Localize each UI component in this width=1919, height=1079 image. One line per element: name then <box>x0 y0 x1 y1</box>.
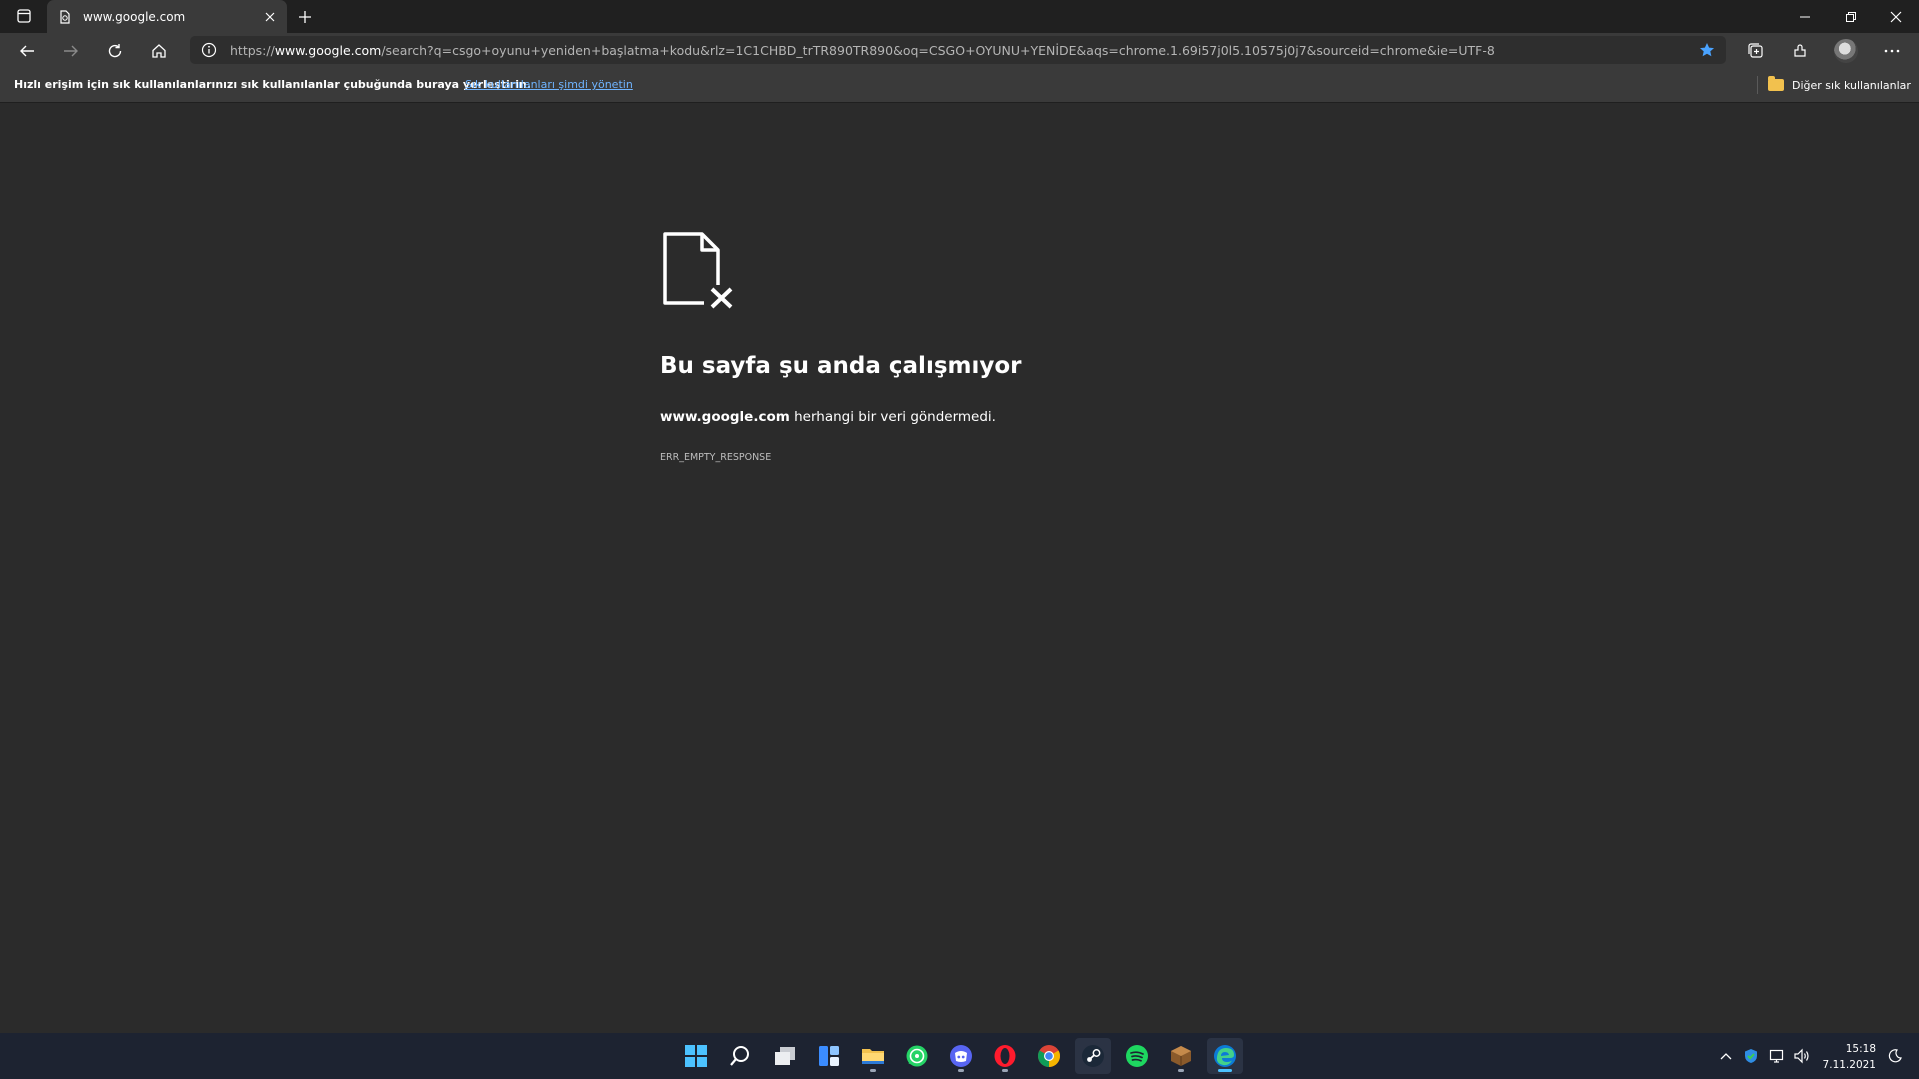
network-icon[interactable] <box>1766 1033 1788 1079</box>
collections-icon[interactable] <box>1741 36 1771 66</box>
edge-icon[interactable] <box>1207 1038 1243 1074</box>
profile-avatar[interactable] <box>1831 36 1861 66</box>
navigation-toolbar: https://www.google.com/search?q=csgo+oyu… <box>0 33 1919 68</box>
back-button[interactable] <box>12 36 42 66</box>
tab-actions-icon[interactable] <box>10 6 38 26</box>
close-window-button[interactable] <box>1873 0 1919 33</box>
refresh-button[interactable] <box>100 36 130 66</box>
minecraft-icon[interactable] <box>1163 1038 1199 1074</box>
error-title: Bu sayfa şu anda çalışmıyor <box>660 353 1022 379</box>
favorites-bar: Hızlı erişim için sık kullanılanlarınızı… <box>0 68 1919 103</box>
error-host: www.google.com <box>660 409 790 425</box>
search-icon[interactable] <box>722 1038 758 1074</box>
active-tab[interactable]: www.google.com <box>47 0 287 33</box>
new-tab-button[interactable] <box>292 4 318 30</box>
chrome-icon[interactable] <box>1031 1038 1067 1074</box>
tab-title: www.google.com <box>83 9 186 24</box>
restore-button[interactable] <box>1828 0 1874 33</box>
extensions-icon[interactable] <box>1785 36 1815 66</box>
url-text[interactable]: https://www.google.com/search?q=csgo+oyu… <box>230 43 1692 58</box>
volume-icon[interactable] <box>1791 1033 1813 1079</box>
page-content: Bu sayfa şu anda çalışmıyor www.google.c… <box>0 103 1919 1033</box>
folder-icon <box>1768 76 1784 91</box>
clock-time: 15:18 <box>1845 1043 1876 1055</box>
error-description-text: herhangi bir veri göndermedi. <box>789 409 996 425</box>
steam-icon[interactable] <box>1075 1038 1111 1074</box>
forward-button[interactable] <box>56 36 86 66</box>
title-bar: www.google.com <box>0 0 1919 33</box>
page-broken-icon <box>57 9 73 25</box>
spotify-icon[interactable] <box>1119 1038 1155 1074</box>
site-info-icon[interactable] <box>194 36 224 64</box>
other-favorites-button[interactable]: Diğer sık kullanılanlar <box>1768 75 1911 95</box>
taskbar: 15:18 7.11.2021 <box>0 1033 1919 1079</box>
manage-favorites-link[interactable]: Sık kullanılanları şimdi yönetin <box>465 78 633 91</box>
clock-date: 7.11.2021 <box>1822 1059 1876 1071</box>
whatsapp-icon[interactable] <box>899 1038 935 1074</box>
broken-document-icon <box>663 232 736 309</box>
focus-assist-icon[interactable] <box>1884 1033 1906 1079</box>
discord-icon[interactable] <box>943 1038 979 1074</box>
close-tab-icon[interactable] <box>257 4 283 30</box>
widgets-icon[interactable] <box>811 1038 847 1074</box>
start-icon[interactable] <box>678 1038 714 1074</box>
favorites-bar-message: Hızlı erişim için sık kullanılanlarınızı… <box>14 78 531 91</box>
tray-overflow-icon[interactable] <box>1716 1033 1736 1079</box>
other-favorites-label: Diğer sık kullanılanlar <box>1792 78 1911 92</box>
error-code: ERR_EMPTY_RESPONSE <box>660 452 772 463</box>
favorites-divider <box>1757 76 1758 94</box>
opera-icon[interactable] <box>987 1038 1023 1074</box>
home-button[interactable] <box>144 36 174 66</box>
more-menu-icon[interactable] <box>1877 36 1907 66</box>
file-explorer-icon[interactable] <box>855 1038 891 1074</box>
favorite-star-icon[interactable] <box>1692 36 1722 64</box>
error-description: www.google.com herhangi bir veri gönderm… <box>660 409 996 425</box>
security-icon[interactable] <box>1740 1033 1762 1079</box>
minimize-button[interactable] <box>1782 0 1828 33</box>
task-view-icon[interactable] <box>767 1038 803 1074</box>
address-bar[interactable]: https://www.google.com/search?q=csgo+oyu… <box>190 36 1726 64</box>
system-clock[interactable]: 15:18 7.11.2021 <box>1820 1041 1876 1073</box>
